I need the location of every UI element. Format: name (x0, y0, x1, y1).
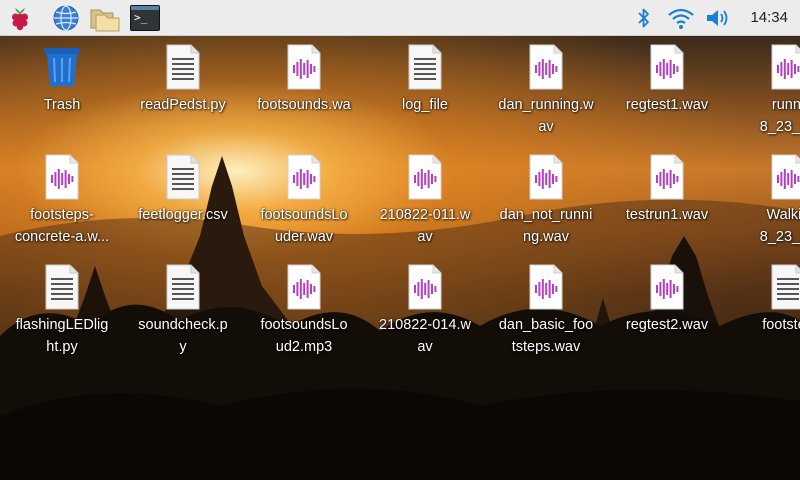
file-manager-button[interactable] (89, 2, 121, 34)
desktop-icon-file[interactable]: regtest1.wav (612, 44, 722, 116)
desktop-icon-label: dan_basic_foo tsteps.wav (498, 317, 594, 355)
desktop-icon-file[interactable]: feetlogger.csv (128, 154, 238, 226)
volume-button[interactable] (703, 0, 733, 36)
bluetooth-icon (638, 8, 649, 28)
audio-file-icon (647, 154, 687, 200)
desktop-icon-file[interactable]: flashingLEDlig ht.py (7, 264, 117, 358)
desktop-icon-file[interactable]: footsoundsLo ud2.mp3 (249, 264, 359, 358)
desktop-icon-file[interactable]: dan_not_runni ng.wav (491, 154, 601, 248)
audio-file-icon (405, 264, 445, 310)
desktop-icon-trash[interactable]: Trash (7, 44, 117, 116)
desktop-icon-file[interactable]: dan_running.w av (491, 44, 601, 138)
text-file-icon (768, 264, 800, 310)
folder-icon (90, 9, 120, 32)
desktop-icon-file[interactable]: 210822-014.w av (370, 264, 480, 358)
wifi-icon (668, 8, 694, 29)
globe-icon (53, 5, 79, 31)
desktop-icon-file[interactable]: footsounds.wa (249, 44, 359, 116)
text-file-icon (42, 264, 82, 310)
desktop-icon-file[interactable]: footsteps- concrete-a.w... (7, 154, 117, 248)
bluetooth-button[interactable] (632, 0, 656, 36)
audio-file-icon (647, 264, 687, 310)
desktop-icon-label: footsounds.wa (257, 97, 351, 113)
desktop-icon-label: dan_running.w av (498, 97, 594, 135)
terminal-icon: >_ (130, 5, 160, 31)
web-browser-button[interactable] (50, 2, 82, 34)
desktop-icon-label: Walkin 8_23_21 (759, 207, 800, 245)
desktop-icon-label: footsteps- concrete-a.w... (14, 207, 110, 245)
audio-file-icon (284, 264, 324, 310)
audio-file-icon (526, 154, 566, 200)
text-file-icon (163, 154, 203, 200)
desktop-icon-label: 210822-011.w av (379, 207, 471, 245)
desktop-icon-label: readPedst.py (140, 97, 226, 113)
volume-icon (707, 10, 728, 26)
audio-file-icon (526, 44, 566, 90)
raspberry-menu-button[interactable] (4, 2, 36, 34)
trash-icon (42, 44, 82, 90)
desktop-icon-label: regtest1.wav (625, 97, 709, 113)
desktop-icon-label: footstep (762, 317, 800, 333)
desktop-icon-label: testrun1.wav (625, 207, 709, 223)
desktop-icon-file[interactable]: footsoundsLo uder.wav (249, 154, 359, 248)
desktop-icon-label: log_file (402, 97, 448, 113)
text-file-icon (163, 44, 203, 90)
audio-file-icon (405, 154, 445, 200)
terminal-button[interactable]: >_ (129, 2, 161, 34)
desktop-icon-file[interactable]: Walkin 8_23_21 (733, 154, 800, 248)
desktop-icon-file[interactable]: dan_basic_foo tsteps.wav (491, 264, 601, 358)
desktop-icon-file[interactable]: 210822-011.w av (370, 154, 480, 248)
audio-file-icon (768, 154, 800, 200)
desktop-icon-label: flashingLEDlig ht.py (15, 317, 109, 355)
taskbar: >_ 14:34 (0, 0, 800, 36)
desktop-icon-label: regtest2.wav (625, 317, 709, 333)
wifi-button[interactable] (665, 0, 697, 36)
desktop-icon-label: footsoundsLo uder.wav (260, 207, 348, 245)
audio-file-icon (647, 44, 687, 90)
text-file-icon (163, 264, 203, 310)
desktop-icon-file[interactable]: soundcheck.p y (128, 264, 238, 358)
terminal-prompt: >_ (134, 11, 148, 24)
desktop-icon-label: footsoundsLo ud2.mp3 (260, 317, 348, 355)
audio-file-icon (768, 44, 800, 90)
audio-file-icon (284, 154, 324, 200)
desktop-icon-file[interactable]: log_file (370, 44, 480, 116)
desktop-icon-label: dan_not_runni ng.wav (499, 207, 593, 245)
desktop-icon-file[interactable]: footstep (733, 264, 800, 336)
audio-file-icon (42, 154, 82, 200)
desktop-icon-label: 210822-014.w av (379, 317, 471, 355)
desktop-icon-file[interactable]: regtest2.wav (612, 264, 722, 336)
clock[interactable]: 14:34 (750, 0, 788, 36)
desktop-icon-label: runni 8_23_21 (759, 97, 800, 135)
desktop-icon-file[interactable]: testrun1.wav (612, 154, 722, 226)
desktop-icon-file[interactable]: runni 8_23_21 (733, 44, 800, 138)
text-file-icon (405, 44, 445, 90)
desktop-icon-label: soundcheck.p y (138, 317, 228, 355)
desktop-icon-label: feetlogger.csv (138, 207, 228, 223)
desktop-icon-file[interactable]: readPedst.py (128, 44, 238, 116)
audio-file-icon (526, 264, 566, 310)
desktop-icon-label: Trash (43, 97, 81, 113)
audio-file-icon (284, 44, 324, 90)
raspberry-icon (12, 8, 28, 31)
